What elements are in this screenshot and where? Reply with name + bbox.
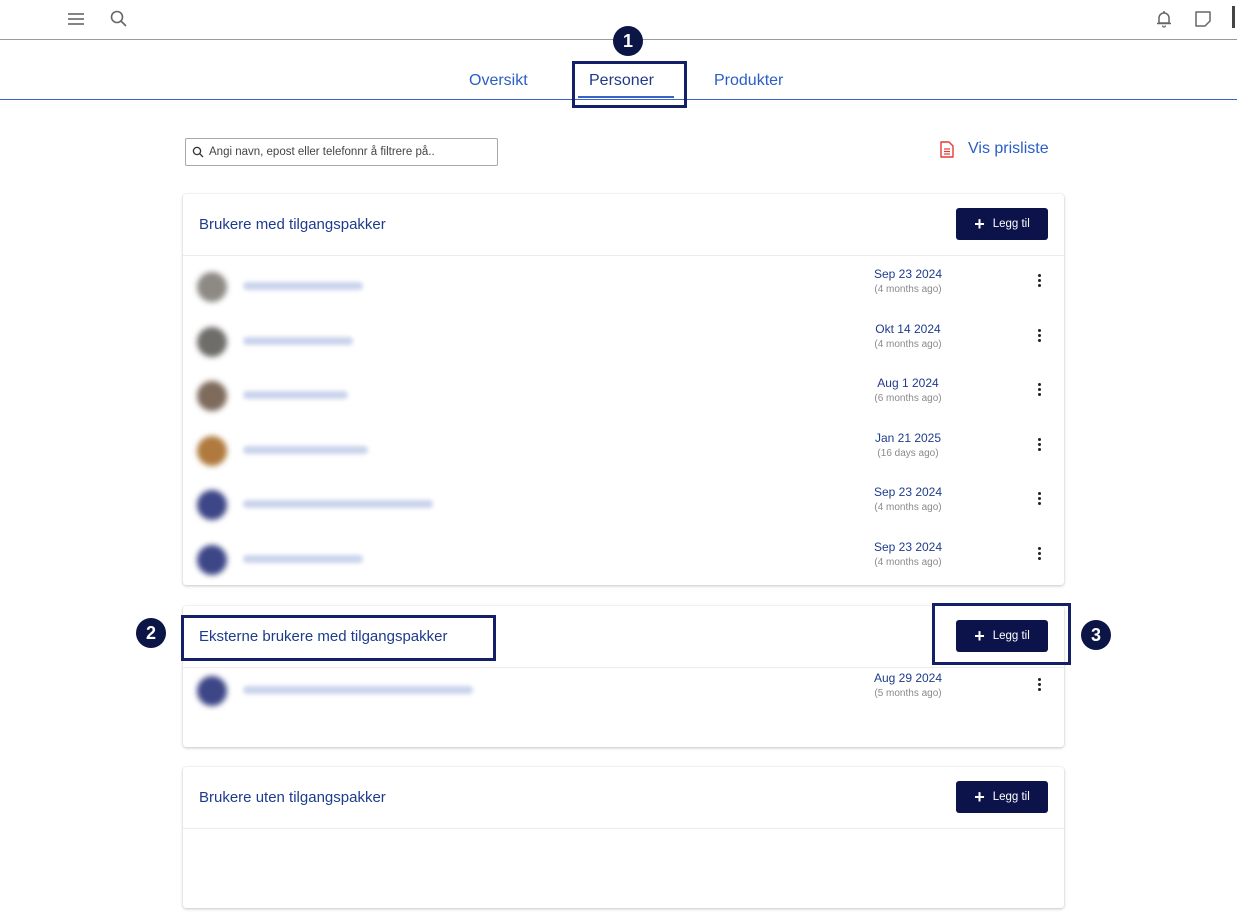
avatar (197, 544, 227, 575)
more-options-icon[interactable] (1038, 328, 1042, 344)
row-relative-time: (16 days ago) (877, 447, 939, 459)
tab-produkter[interactable]: Produkter (714, 72, 783, 90)
bell-icon[interactable] (1153, 8, 1175, 30)
document-icon (940, 140, 954, 158)
user-row[interactable]: Aug 1 2024 (6 months ago) (183, 365, 1064, 420)
callout-badge-2: 2 (136, 618, 166, 648)
callout-badge-1: 1 (613, 26, 643, 56)
scroll-edge (1232, 6, 1235, 28)
search-icon (192, 146, 204, 158)
avatar (197, 490, 227, 520)
add-button-label: Legg til (992, 218, 1030, 230)
user-row[interactable]: Sep 23 2024 (4 months ago) (183, 256, 1064, 311)
section-header: Brukere med tilgangspakker + Legg til (183, 194, 1064, 256)
plus-icon: + (974, 214, 985, 234)
add-user-button[interactable]: + Legg til (956, 208, 1048, 240)
user-name-redacted (243, 336, 353, 345)
row-relative-time: (6 months ago) (874, 393, 942, 404)
callout-box-external-title (181, 615, 496, 661)
user-row[interactable]: Sep 23 2024 (4 months ago) (183, 474, 1064, 529)
row-date: Jan 21 2025 (874, 430, 942, 445)
menu-icon[interactable] (66, 8, 88, 30)
add-button-label: Legg til (992, 791, 1030, 803)
section-header: Brukere uten tilgangspakker + Legg til (183, 767, 1064, 829)
user-name-redacted (243, 445, 368, 454)
row-relative-time: (4 months ago) (874, 284, 942, 295)
price-list-label: Vis prisliste (968, 140, 1049, 157)
search-filter-input[interactable]: Angi navn, epost eller telefonnr å filtr… (185, 138, 498, 166)
avatar (197, 676, 227, 706)
user-row[interactable]: Jan 21 2025 (16 days ago) (183, 420, 1064, 475)
user-row[interactable]: Okt 14 2024 (4 months ago) (183, 311, 1064, 366)
user-row[interactable]: Sep 23 2024 (4 months ago) (183, 529, 1064, 584)
user-name-redacted (243, 554, 363, 563)
avatar (197, 435, 227, 466)
section-users-with-packages: Brukere med tilgangspakker + Legg til Se… (183, 194, 1064, 585)
section-title: Brukere uten tilgangspakker (199, 789, 386, 806)
more-options-icon[interactable] (1038, 678, 1042, 693)
avatar (197, 381, 227, 411)
user-name-redacted (243, 282, 363, 290)
avatar (197, 272, 227, 302)
price-list-link[interactable]: Vis prisliste (940, 140, 1049, 158)
callout-badge-3: 3 (1081, 620, 1111, 650)
search-icon[interactable] (108, 8, 130, 30)
callout-box-personer (572, 61, 687, 108)
row-date: Sep 23 2024 (873, 485, 943, 499)
more-options-icon[interactable] (1038, 546, 1042, 562)
more-options-icon[interactable] (1038, 274, 1042, 289)
user-name-redacted (243, 391, 348, 399)
more-options-icon[interactable] (1038, 492, 1042, 507)
row-date: Sep 23 2024 (873, 267, 943, 281)
avatar (197, 326, 227, 357)
plus-icon: + (974, 787, 985, 807)
user-name-redacted (243, 686, 473, 694)
row-relative-time: (4 months ago) (874, 556, 942, 568)
search-placeholder: Angi navn, epost eller telefonnr å filtr… (209, 146, 435, 158)
tab-oversikt[interactable]: Oversikt (469, 72, 528, 90)
callout-box-add-button (932, 603, 1071, 665)
row-date: Aug 29 2024 (873, 671, 943, 685)
row-date: Sep 23 2024 (873, 539, 943, 554)
add-user-without-package-button[interactable]: + Legg til (956, 781, 1048, 813)
row-date: Aug 1 2024 (877, 376, 939, 390)
row-relative-time: (4 months ago) (874, 338, 942, 350)
more-options-icon[interactable] (1038, 383, 1042, 398)
note-icon[interactable] (1192, 8, 1214, 30)
row-date: Okt 14 2024 (875, 321, 941, 336)
row-relative-time: (5 months ago) (874, 688, 942, 699)
user-name-redacted (243, 500, 433, 508)
section-title: Brukere med tilgangspakker (199, 216, 386, 233)
more-options-icon[interactable] (1038, 437, 1042, 453)
user-row[interactable]: Aug 29 2024 (5 months ago) (183, 660, 1064, 715)
row-relative-time: (4 months ago) (874, 502, 942, 513)
section-users-without-packages: Brukere uten tilgangspakker + Legg til (183, 767, 1064, 908)
